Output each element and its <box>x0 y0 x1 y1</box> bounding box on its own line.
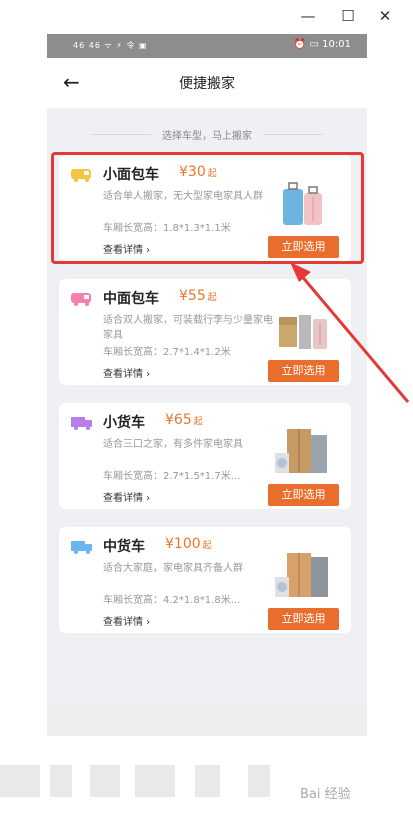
blurred-area <box>195 765 220 797</box>
blurred-area <box>50 765 72 797</box>
blurred-area <box>135 765 175 797</box>
blurred-area <box>248 765 270 797</box>
blurred-area <box>90 765 120 797</box>
bottom-fade <box>47 705 367 735</box>
blurred-area <box>0 765 40 797</box>
annotation-arrow-icon <box>290 262 410 403</box>
watermark: Bai 经验 <box>300 787 351 802</box>
